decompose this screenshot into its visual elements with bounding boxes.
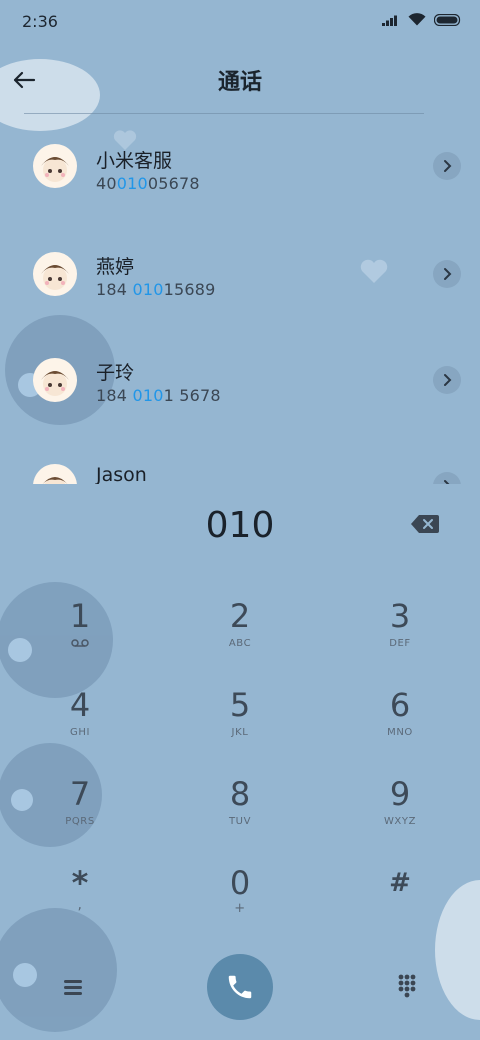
number-prefix: 40 xyxy=(96,174,117,193)
contact-row[interactable]: 小米客服 4001005678 xyxy=(0,128,480,218)
status-icons xyxy=(382,13,462,26)
contact-detail-button[interactable] xyxy=(433,260,461,288)
contact-name: 燕婷 xyxy=(96,256,135,278)
key-1[interactable]: 1 xyxy=(20,596,140,676)
voicemail-icon xyxy=(71,639,89,647)
contact-name: 子玲 xyxy=(96,362,135,384)
page-title: 通话 xyxy=(217,70,262,95)
wifi-icon xyxy=(408,13,426,26)
key-letters xyxy=(20,638,140,652)
key-letters: GHI xyxy=(69,727,91,738)
call-button[interactable] xyxy=(207,954,273,1020)
key-3[interactable]: 3 DEF xyxy=(340,596,460,676)
backspace-icon xyxy=(411,515,439,533)
key-hash[interactable]: # xyxy=(340,863,460,943)
number-prefix: 184 xyxy=(96,280,133,299)
chevron-right-icon xyxy=(444,268,452,280)
key-letters: , xyxy=(77,897,83,913)
chevron-right-icon xyxy=(444,160,452,172)
key-7[interactable]: 7 PQRS xyxy=(20,774,140,854)
key-star[interactable]: * , xyxy=(20,863,140,943)
key-5[interactable]: 5 JKL xyxy=(180,685,300,765)
number-suffix: 05678 xyxy=(147,174,200,193)
header: 通话 xyxy=(0,50,480,110)
number-match: 010 xyxy=(116,174,148,193)
chevron-right-icon xyxy=(444,374,452,386)
key-6[interactable]: 6 MNO xyxy=(340,685,460,765)
key-letters: TUV xyxy=(228,816,252,827)
key-letters: + xyxy=(234,901,246,916)
avatar xyxy=(33,464,77,484)
dialed-number[interactable]: 010 xyxy=(0,505,480,546)
key-4[interactable]: 4 GHI xyxy=(20,685,140,765)
avatar xyxy=(33,144,77,188)
contact-row[interactable]: 子玲 184 0101 5678 xyxy=(0,340,480,430)
bottom-bar xyxy=(0,950,480,1030)
contact-detail-button[interactable] xyxy=(433,472,461,484)
contact-row[interactable]: 燕婷 184 01015689 xyxy=(0,234,480,324)
key-digit: # xyxy=(389,868,411,898)
menu-icon xyxy=(64,980,82,995)
battery-icon xyxy=(434,13,461,26)
avatar xyxy=(33,358,77,402)
phone-icon xyxy=(228,975,252,999)
contact-list: 小米客服 4001005678 燕婷 184 01015689 子玲 184 0… xyxy=(0,114,480,484)
key-letters: WXYZ xyxy=(383,816,417,827)
contact-number: 184 0101 5678 xyxy=(96,386,221,405)
key-digit: 1 xyxy=(69,597,91,635)
key-letters: MNO xyxy=(387,727,413,738)
delete-button[interactable] xyxy=(410,514,444,540)
key-digit: 4 xyxy=(69,686,91,724)
key-letters: PQRS xyxy=(65,816,95,827)
key-digit: 5 xyxy=(229,686,251,724)
contact-detail-button[interactable] xyxy=(433,152,461,180)
number-suffix: 15689 xyxy=(163,280,216,299)
key-0[interactable]: 0 + xyxy=(180,863,300,943)
number-suffix: 1 5678 xyxy=(163,386,221,405)
key-2[interactable]: 2 ABC xyxy=(180,596,300,676)
status-time: 2:36 xyxy=(22,12,58,31)
contact-row[interactable]: Jason xyxy=(0,446,480,484)
key-digit: 2 xyxy=(229,597,251,635)
status-bar: 2:36 xyxy=(0,0,480,44)
key-digit: 3 xyxy=(389,597,411,635)
contact-number: 4001005678 xyxy=(96,174,200,193)
key-digit: 9 xyxy=(389,775,411,813)
number-prefix: 184 xyxy=(96,386,133,405)
key-letters: ABC xyxy=(228,638,252,649)
avatar xyxy=(33,252,77,296)
key-digit: 8 xyxy=(229,775,251,813)
number-match: 010 xyxy=(132,280,164,299)
key-9[interactable]: 9 WXYZ xyxy=(340,774,460,854)
key-digit: 0 xyxy=(229,864,251,902)
menu-button[interactable] xyxy=(58,972,88,1002)
contact-number: 184 01015689 xyxy=(96,280,215,299)
contact-detail-button[interactable] xyxy=(433,366,461,394)
dialpad-toggle-button[interactable] xyxy=(392,970,422,1000)
chevron-right-icon xyxy=(444,480,450,484)
signal-icon xyxy=(382,15,397,26)
number-match: 010 xyxy=(132,386,164,405)
key-letters xyxy=(340,905,460,919)
key-letters: JKL xyxy=(231,727,249,738)
contact-name: 小米客服 xyxy=(96,150,173,172)
keypad: 1 2 ABC 3 DEF 4 GHI 5 JKL 6 MNO 7 PQRS 8… xyxy=(0,580,480,940)
key-digit: 6 xyxy=(389,686,411,724)
key-letters: DEF xyxy=(389,638,411,649)
contact-name: Jason xyxy=(96,464,147,484)
key-8[interactable]: 8 TUV xyxy=(180,774,300,854)
key-digit: 7 xyxy=(69,775,91,813)
dialpad-icon xyxy=(398,974,416,998)
